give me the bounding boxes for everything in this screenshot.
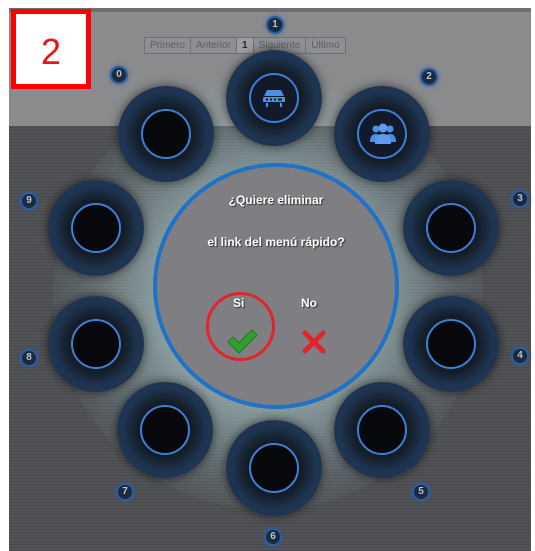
- dialog-question-line-1: ¿Quiere eliminar: [228, 193, 324, 207]
- slot-ring: [357, 405, 407, 455]
- pagination: Primero Anterior 1 Siguiente Último: [144, 37, 346, 54]
- quick-menu-slot-0[interactable]: [118, 86, 214, 182]
- dialog-question-line-2: el link del menú rápido?: [207, 235, 345, 249]
- pagination-first[interactable]: Primero: [144, 37, 192, 54]
- quick-menu-slot-5[interactable]: [334, 382, 430, 478]
- pagination-last[interactable]: Último: [305, 37, 346, 54]
- slot-index-badge-9: 9: [20, 192, 38, 210]
- screenshot-stage: Primero Anterior 1 Siguiente Último 0 1 …: [0, 0, 535, 551]
- step-number-label: 2: [11, 9, 91, 89]
- slot-ring: [426, 203, 476, 253]
- quick-menu-slot-4[interactable]: [403, 296, 499, 392]
- slot-ring: [357, 109, 407, 159]
- quick-menu-slot-1[interactable]: [226, 50, 322, 146]
- slot-index-badge-5: 5: [412, 483, 430, 501]
- quick-menu-slot-6[interactable]: [226, 420, 322, 516]
- quick-menu-slot-8[interactable]: [48, 296, 144, 392]
- quick-menu-slot-7[interactable]: [117, 382, 213, 478]
- slot-index-badge-6: 6: [264, 528, 282, 546]
- slot-ring: [140, 405, 190, 455]
- slot-ring: [249, 73, 299, 123]
- slot-ring: [141, 109, 191, 159]
- slot-ring: [249, 443, 299, 493]
- step-number: 2: [40, 31, 62, 72]
- yes-button[interactable]: [225, 329, 259, 355]
- slot-index-badge-2: 2: [420, 68, 438, 86]
- pagination-previous[interactable]: Anterior: [190, 37, 238, 54]
- no-label: No: [301, 296, 317, 310]
- check-icon: [227, 329, 258, 354]
- slot-ring: [426, 319, 476, 369]
- close-icon: [302, 330, 326, 354]
- no-button[interactable]: [301, 329, 327, 355]
- quick-menu-slot-3[interactable]: [403, 180, 499, 276]
- delete-confirm-dialog: ¿Quiere eliminar el link del menú rápido…: [153, 163, 399, 409]
- slot-index-badge-7: 7: [116, 483, 134, 501]
- slot-index-badge-4: 4: [511, 347, 529, 365]
- quick-menu-slot-9[interactable]: [48, 180, 144, 276]
- slot-index-badge-1: 1: [266, 16, 284, 34]
- slot-ring: [71, 203, 121, 253]
- users-icon: [370, 123, 396, 144]
- quick-menu-slot-2[interactable]: [334, 86, 430, 182]
- router-icon: [263, 90, 285, 107]
- slot-ring: [71, 319, 121, 369]
- slot-index-badge-0: 0: [110, 66, 128, 84]
- slot-index-badge-8: 8: [20, 349, 38, 367]
- pagination-current-page[interactable]: 1: [236, 37, 254, 54]
- slot-index-badge-3: 3: [511, 190, 529, 208]
